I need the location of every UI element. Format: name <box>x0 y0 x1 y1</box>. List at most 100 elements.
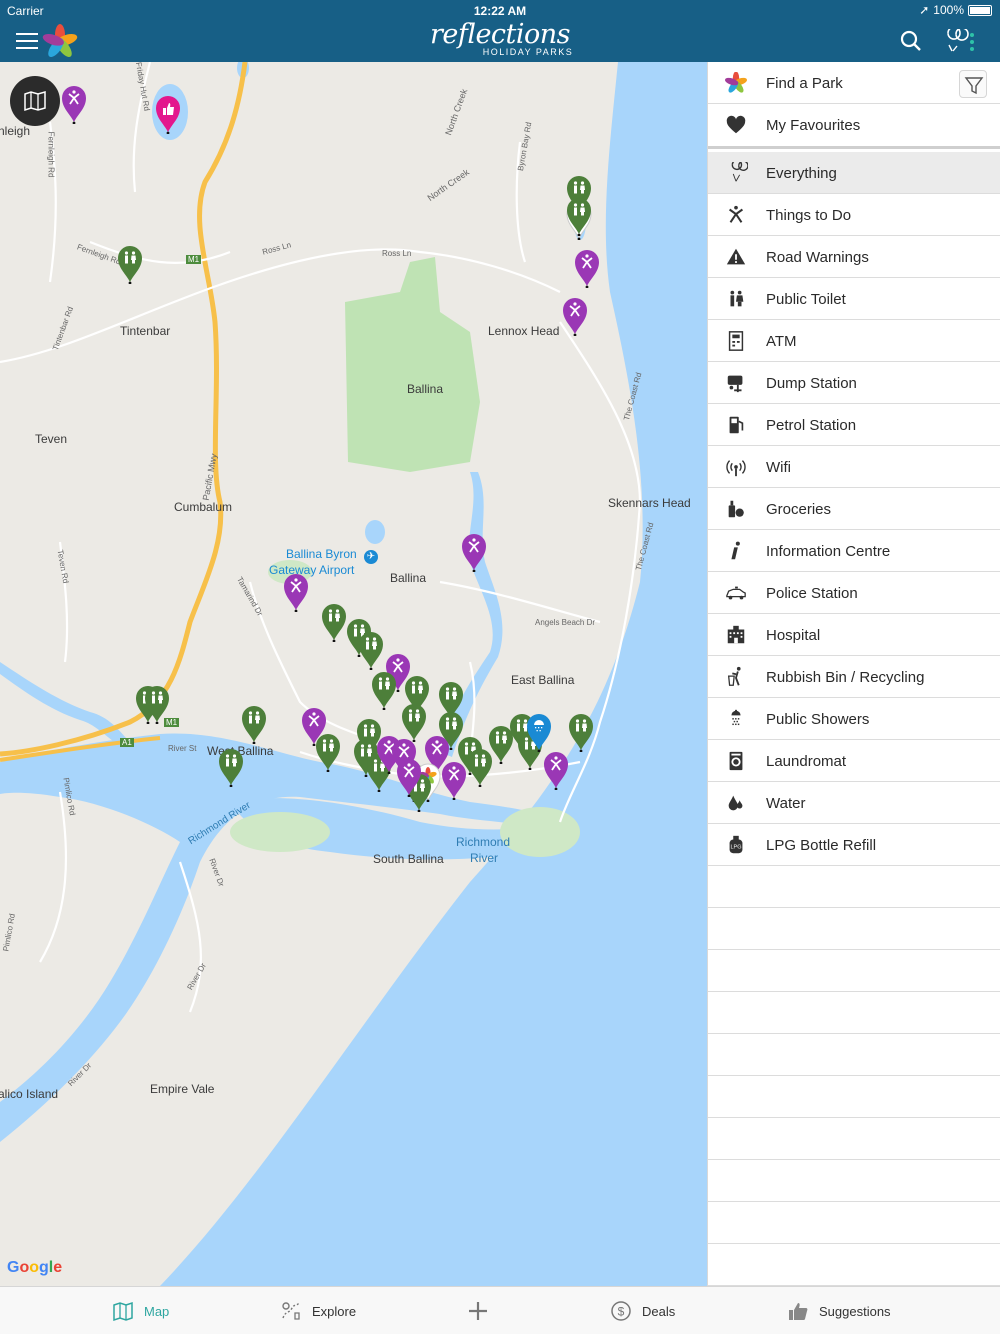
favourites-label: My Favourites <box>766 117 861 134</box>
tab-add[interactable] <box>467 1287 489 1334</box>
suggestion-pin-icon[interactable] <box>154 94 182 134</box>
category-label: Public Toilet <box>766 291 846 308</box>
activity-pin-icon[interactable] <box>440 760 468 800</box>
plus-icon <box>469 1302 487 1320</box>
toilet-pin-icon[interactable] <box>314 732 342 772</box>
category-wifi[interactable]: Wifi <box>708 446 1000 488</box>
category-atm[interactable]: ATM <box>708 320 1000 362</box>
map-label: Empire Vale <box>150 1082 215 1096</box>
shower-pin-icon[interactable] <box>525 712 553 752</box>
category-everything[interactable]: Everything <box>708 152 1000 194</box>
activity-pin-icon[interactable] <box>460 532 488 572</box>
battery-icon <box>968 4 992 16</box>
toilet-pin-icon[interactable] <box>565 196 593 236</box>
empty-row <box>708 1118 1000 1160</box>
balloons-menu-icon[interactable] <box>940 29 980 53</box>
find-park-label: Find a Park <box>766 75 843 92</box>
category-petrol-station[interactable]: Petrol Station <box>708 404 1000 446</box>
category-information-centre[interactable]: Information Centre <box>708 530 1000 572</box>
category-dump-station[interactable]: Dump Station <box>708 362 1000 404</box>
map-label: nleigh <box>0 124 31 138</box>
petrol-icon <box>729 416 744 434</box>
water-drop-icon <box>728 795 743 811</box>
tab-explore-label: Explore <box>312 1303 357 1319</box>
heart-icon <box>726 115 746 134</box>
category-public-toilet[interactable]: Public Toilet <box>708 278 1000 320</box>
activity-pin-icon[interactable] <box>561 296 589 336</box>
category-water[interactable]: Water <box>708 782 1000 824</box>
map-label: Cumbalum <box>174 500 233 514</box>
activity-pin-icon[interactable] <box>395 757 423 797</box>
empty-row <box>708 992 1000 1034</box>
activity-pin-icon[interactable] <box>282 572 310 612</box>
category-label: ATM <box>766 333 797 350</box>
svg-text:LPG: LPG <box>730 845 741 851</box>
warning-icon <box>726 248 746 265</box>
category-label: Hospital <box>766 627 821 644</box>
map-layers-icon <box>24 91 46 112</box>
toilet-pin-icon[interactable] <box>567 712 595 752</box>
category-things-to-do[interactable]: Things to Do <box>708 194 1000 236</box>
road-label: Angels Beach Dr <box>535 618 596 627</box>
tab-deals[interactable]: $ Deals <box>610 1287 675 1334</box>
activity-icon <box>728 205 744 223</box>
category-groceries[interactable]: Groceries <box>708 488 1000 530</box>
tab-map-label: Map <box>144 1303 170 1319</box>
map-label: River <box>470 851 499 865</box>
map-label: Richmond <box>456 835 511 849</box>
category-rubbish-bin-recycling[interactable]: Rubbish Bin / Recycling <box>708 656 1000 698</box>
search-icon[interactable] <box>900 30 922 52</box>
washer-icon <box>729 751 743 771</box>
toilet-pin-icon[interactable] <box>320 602 348 642</box>
toilet-pin-icon[interactable] <box>240 704 268 744</box>
category-hospital[interactable]: Hospital <box>708 614 1000 656</box>
road-label: M1 <box>186 255 202 264</box>
tab-map[interactable]: Map <box>112 1287 169 1334</box>
svg-text:$: $ <box>618 1305 625 1319</box>
clock: 12:22 AM <box>473 4 527 18</box>
empty-row <box>708 1202 1000 1244</box>
tab-explore[interactable]: Explore <box>280 1287 356 1334</box>
empty-row <box>708 908 1000 950</box>
find-park-row[interactable]: Find a Park <box>708 62 1000 104</box>
empty-row <box>708 1160 1000 1202</box>
empty-row <box>708 1244 1000 1286</box>
map-base <box>0 62 707 1286</box>
toilet-pin-icon[interactable] <box>143 684 171 724</box>
map-layers-button[interactable] <box>10 76 60 126</box>
category-police-station[interactable]: Police Station <box>708 572 1000 614</box>
tab-suggestions-label: Suggestions <box>819 1303 891 1319</box>
info-icon <box>731 541 740 560</box>
category-laundromat[interactable]: Laundromat <box>708 740 1000 782</box>
category-road-warnings[interactable]: Road Warnings <box>708 236 1000 278</box>
filter-button[interactable] <box>959 70 987 98</box>
map-icon <box>113 1301 133 1322</box>
map-label: South Ballina <box>373 852 444 866</box>
category-label: Public Showers <box>766 711 870 728</box>
activity-pin-icon[interactable] <box>573 248 601 288</box>
dump-station-icon <box>727 375 743 393</box>
groceries-icon <box>728 500 744 518</box>
category-lpg-bottle-refill[interactable]: LPG LPG Bottle Refill <box>708 824 1000 866</box>
favourites-row[interactable]: My Favourites <box>708 104 1000 149</box>
police-car-icon <box>726 586 746 600</box>
toilet-pin-icon[interactable] <box>357 630 385 670</box>
toilet-pin-icon[interactable] <box>370 670 398 710</box>
toilet-pin-icon[interactable] <box>217 747 245 787</box>
dollar-icon: $ <box>611 1301 631 1321</box>
tab-bar: Map Explore $ Deals Suggestions <box>0 1286 1000 1334</box>
activity-pin-icon[interactable] <box>542 750 570 790</box>
map-label: Ballina <box>390 571 427 585</box>
map-view[interactable]: nleigh Tintenbar Teven Cumbalum Ballina … <box>0 62 707 1286</box>
reflections-logo-icon <box>725 72 747 93</box>
tab-suggestions[interactable]: Suggestions <box>787 1287 891 1334</box>
google-logo: Google <box>7 1259 63 1276</box>
empty-row <box>708 1076 1000 1118</box>
road-label: Ross Ln <box>382 249 412 258</box>
balloon-icon <box>731 162 748 182</box>
activity-pin-icon[interactable] <box>60 84 88 124</box>
battery-indicator: ➚ 100% <box>919 3 992 17</box>
toilet-pin-icon[interactable] <box>116 244 144 284</box>
category-public-showers[interactable]: Public Showers <box>708 698 1000 740</box>
road-label: River St <box>168 744 197 753</box>
